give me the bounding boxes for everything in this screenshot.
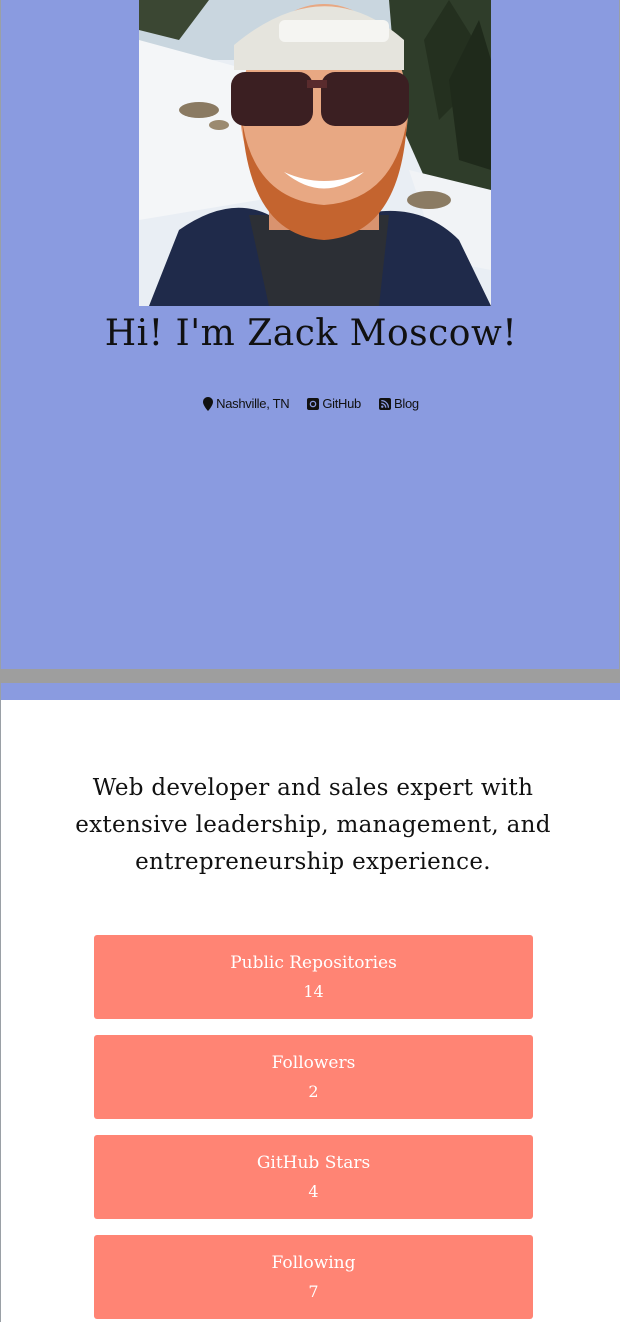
- rss-icon: [379, 397, 391, 410]
- stat-value: 4: [308, 1182, 319, 1201]
- stat-value: 14: [303, 982, 324, 1001]
- stat-card-public-repositories[interactable]: Public Repositories 14: [94, 935, 533, 1019]
- location-link[interactable]: Nashville, TN: [203, 396, 290, 411]
- stat-card-following[interactable]: Following 7: [94, 1235, 533, 1319]
- stat-value: 7: [308, 1282, 319, 1301]
- profile-photo: [139, 0, 491, 306]
- github-icon: [307, 397, 320, 410]
- section-band: [0, 683, 620, 700]
- profile-photo-image: [139, 0, 491, 306]
- blog-label: Blog: [394, 396, 419, 411]
- github-link[interactable]: GitHub: [307, 396, 361, 411]
- hero-section: Hi! I'm Zack Moscow! Nashville, TN GitHu…: [0, 0, 620, 669]
- section-divider: [0, 669, 620, 683]
- location-label: Nashville, TN: [216, 396, 290, 411]
- page-title: Hi! I'm Zack Moscow!: [104, 313, 518, 354]
- stat-value: 2: [308, 1082, 319, 1101]
- stat-card-github-stars[interactable]: GitHub Stars 4: [94, 1135, 533, 1219]
- blog-link[interactable]: Blog: [379, 396, 419, 411]
- github-label: GitHub: [322, 396, 361, 411]
- stat-label: Following: [271, 1253, 356, 1273]
- stat-card-followers[interactable]: Followers 2: [94, 1035, 533, 1119]
- about-tagline: Web developer and sales expert with exte…: [75, 775, 551, 875]
- map-pin-icon: [203, 396, 214, 411]
- stat-label: GitHub Stars: [256, 1153, 371, 1173]
- profile-links: Nashville, TN GitHub Blog: [1, 396, 620, 411]
- stat-label: Public Repositories: [230, 953, 397, 973]
- stat-label: Followers: [271, 1053, 356, 1073]
